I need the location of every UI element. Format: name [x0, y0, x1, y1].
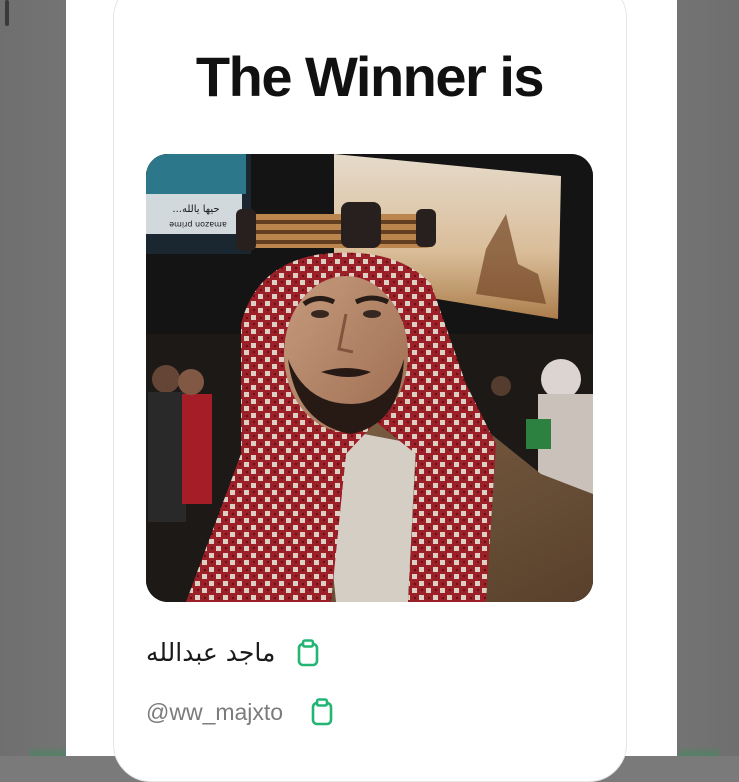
winner-handle-row: @ww_majxto: [146, 698, 333, 726]
clipboard-icon[interactable]: [297, 638, 319, 667]
winner-title: The Winner is: [195, 45, 545, 108]
winner-name: ماجد عبدالله: [146, 638, 276, 667]
backdrop-green-glow-left: [30, 746, 70, 756]
backdrop-green-glow-right: [679, 746, 719, 756]
clipboard-icon[interactable]: [311, 698, 333, 726]
winner-handle: @ww_majxto: [146, 698, 284, 725]
winner-photo: ...حيها يالله amazon prime: [146, 154, 593, 602]
status-indicator: [5, 0, 9, 26]
winner-name-row: ماجد عبدالله: [146, 638, 319, 667]
